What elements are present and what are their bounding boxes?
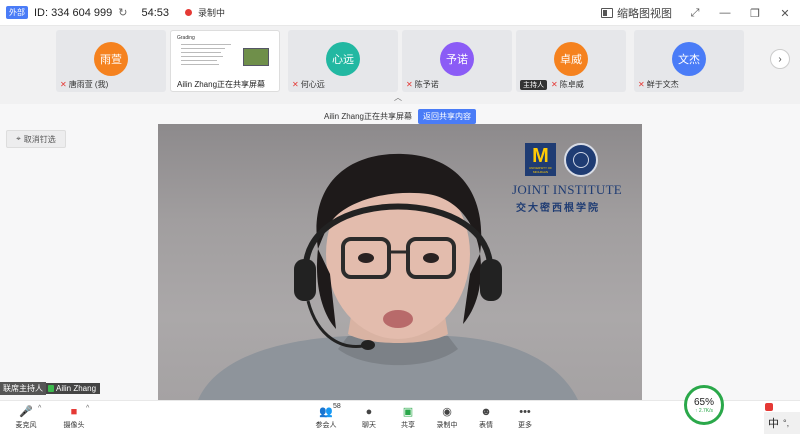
- meeting-id[interactable]: ID: 334 604 999: [34, 7, 112, 19]
- view-label: 缩略图视图: [617, 8, 672, 20]
- participant-tile[interactable]: 心远 ✕ 何心远: [288, 30, 398, 92]
- avatar: 雨萱: [94, 42, 128, 76]
- speaker-name-tag: 联席主持人 Ailin Zhang: [0, 381, 101, 395]
- reaction-label: 表情: [479, 422, 493, 429]
- camera-off-icon: ■: [70, 406, 78, 418]
- reaction-button[interactable]: ☻ 表情: [466, 403, 506, 433]
- chat-button[interactable]: ● 聊天: [349, 403, 389, 433]
- cohost-badge: 联席主持人: [0, 381, 46, 395]
- title-bar: 外部 ID: 334 604 999 ↻ 54:53 录制中 缩略图视图 ⤢ —…: [0, 0, 800, 26]
- participant-tile[interactable]: 卓威 主持人 ✕ 陈卓威: [516, 30, 626, 92]
- minimize-button[interactable]: —: [718, 7, 732, 19]
- share-label: 共享: [401, 422, 415, 429]
- participant-name: 陈予诺: [414, 80, 439, 89]
- network-status-widget[interactable]: 65% ↑ 2.7K/s: [684, 385, 724, 425]
- mic-off-icon: ✕: [638, 80, 645, 89]
- participant-tile[interactable]: 予诺 ✕ 陈予诺: [402, 30, 512, 92]
- external-badge: 外部: [6, 6, 28, 19]
- share-thumbnail-image: [243, 48, 269, 66]
- return-to-share-button[interactable]: 返回共享内容: [418, 108, 477, 124]
- layout-icon: [601, 8, 613, 18]
- share-screen-icon: ▣: [402, 406, 414, 418]
- speaker-name: Ailin Zhang: [56, 383, 97, 393]
- recording-label: 录制中: [198, 8, 226, 18]
- participant-name: 陈卓威: [559, 80, 584, 89]
- share-tile-label: Ailin Zhang正在共享屏幕: [177, 80, 266, 89]
- unpin-label: 取消钉选: [23, 134, 56, 144]
- mic-off-icon: ✕: [406, 80, 413, 89]
- avatar: 予诺: [440, 42, 474, 76]
- avatar: 心远: [326, 42, 360, 76]
- mic-off-icon: ✕: [60, 80, 67, 89]
- institute-name-en: JOINT INSTITUTE: [512, 182, 623, 197]
- more-button[interactable]: ••• 更多: [505, 403, 545, 433]
- participant-tile[interactable]: 文杰 ✕ 鲜于文杰: [634, 30, 744, 92]
- mic-label: 麦克风: [15, 422, 37, 429]
- participant-name: 唐雨萱 (我): [68, 80, 109, 89]
- restore-button[interactable]: ❐: [748, 7, 762, 20]
- pin-icon: ⌖: [16, 134, 21, 143]
- record-label: 录制中: [436, 422, 458, 429]
- participant-strip: 雨萱 ✕ 唐雨萱 (我) Grading Ailin Zhang正在共享屏幕 心远…: [0, 26, 800, 104]
- notification-badge: [765, 403, 773, 411]
- upload-speed: ↑ 2.7K/s: [694, 407, 714, 414]
- record-icon: ◉: [442, 406, 452, 418]
- share-notice-bar: Ailin Zhang正在共享屏幕 返回共享内容: [0, 108, 800, 124]
- ime-punctuation-icon: °,: [783, 418, 790, 428]
- emoji-icon: ☻: [480, 406, 492, 418]
- close-button[interactable]: ✕: [778, 7, 792, 20]
- speaker-video[interactable]: M UNIVERSITY OF MICHIGAN JOINT INSTITUTE…: [158, 124, 642, 400]
- share-thumbnail: Grading: [175, 34, 275, 78]
- more-icon: •••: [519, 406, 531, 418]
- mic-off-icon: ✕: [292, 80, 299, 89]
- camera-options-chevron-icon[interactable]: ^: [86, 405, 89, 412]
- participant-count: 58: [333, 403, 341, 410]
- meeting-toolbar: 🎤 麦克风 ^ ■ 摄像头 ^ 👥 参会人 58 ● 聊天 ▣ 共享 ◉ 录制中…: [0, 400, 800, 434]
- participants-icon: 👥: [319, 406, 333, 418]
- collapse-strip-icon[interactable]: ︿: [394, 92, 402, 103]
- avatar: 卓威: [554, 42, 588, 76]
- network-quality-percent: 65%: [693, 396, 714, 408]
- chat-icon: ●: [365, 406, 373, 418]
- share-button[interactable]: ▣ 共享: [388, 403, 428, 433]
- input-method-indicator[interactable]: 中 °,: [764, 412, 800, 434]
- meeting-duration: 54:53: [141, 6, 170, 19]
- main-stage: Ailin Zhang正在共享屏幕 返回共享内容 ⌖ 取消钉选 M UNIVER…: [0, 104, 800, 400]
- share-thumbnail-title: Grading: [177, 35, 195, 41]
- participant-name: 何心远: [300, 80, 325, 89]
- recording-dot-icon: [185, 9, 193, 16]
- fullscreen-icon[interactable]: ⤢: [688, 7, 702, 20]
- unpin-button[interactable]: ⌖ 取消钉选: [6, 130, 66, 148]
- mic-muted-icon: 🎤: [19, 406, 33, 418]
- participant-tile[interactable]: 雨萱 ✕ 唐雨萱 (我): [56, 30, 166, 92]
- more-label: 更多: [518, 422, 532, 429]
- mic-off-icon: ✕: [551, 80, 558, 89]
- camera-label: 摄像头: [63, 422, 85, 429]
- copy-icon[interactable]: ↻: [118, 6, 127, 19]
- participant-name: 鲜于文杰: [646, 80, 679, 89]
- sjtu-seal-icon: [564, 143, 598, 177]
- next-page-button[interactable]: ›: [770, 49, 790, 69]
- view-switch-button[interactable]: 缩略图视图: [601, 5, 672, 21]
- institute-name-cn: 交大密西根学院: [516, 203, 600, 214]
- mic-on-icon: [48, 384, 54, 392]
- record-button[interactable]: ◉ 录制中: [427, 403, 467, 433]
- avatar: 文杰: [672, 42, 706, 76]
- participants-label: 参会人: [315, 422, 337, 429]
- host-badge: 主持人: [520, 79, 547, 90]
- mic-options-chevron-icon[interactable]: ^: [38, 405, 41, 412]
- screen-share-tile[interactable]: Grading Ailin Zhang正在共享屏幕: [170, 30, 280, 92]
- umich-logo-subtitle: UNIVERSITY OF MICHIGAN: [529, 166, 552, 174]
- chat-label: 聊天: [362, 422, 376, 429]
- ime-language: 中: [768, 418, 779, 430]
- sharing-notice: Ailin Zhang正在共享屏幕: [323, 111, 413, 121]
